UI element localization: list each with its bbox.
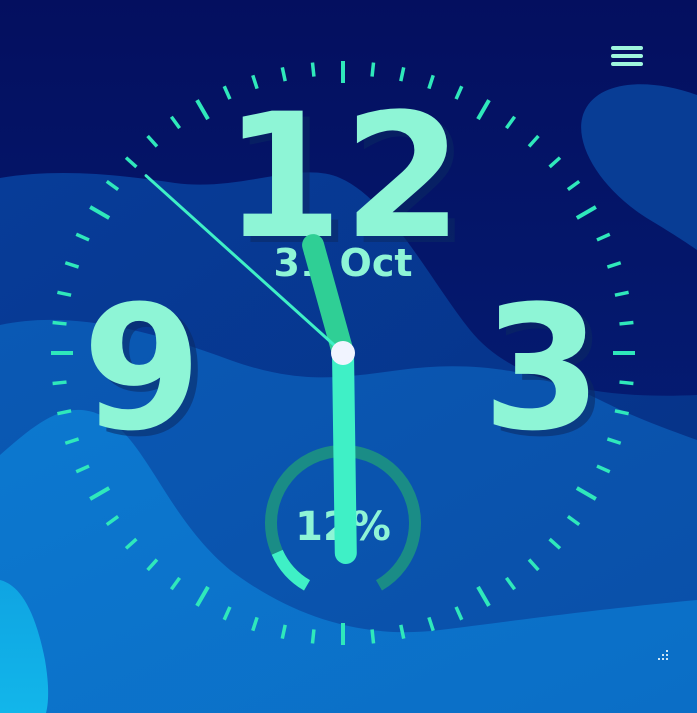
minute-tick	[527, 558, 540, 572]
minute-tick	[619, 380, 634, 386]
hour-tick	[575, 205, 597, 220]
hour-tick	[195, 99, 210, 121]
minute-tick	[606, 437, 622, 445]
minute-tick	[52, 380, 67, 386]
minute-tick	[566, 179, 581, 192]
menu-bar-bottom	[611, 62, 643, 66]
minute-tick	[504, 115, 517, 130]
minute-tick	[619, 320, 634, 326]
numeral-3: 3	[482, 268, 602, 469]
hour-tick	[195, 585, 210, 607]
minute-tick	[251, 616, 259, 632]
minute-tick	[596, 232, 611, 242]
minute-tick	[75, 232, 90, 242]
minute-tick	[52, 320, 67, 326]
hour-tick	[476, 99, 491, 121]
minute-tick	[454, 606, 464, 621]
minute-tick	[64, 437, 80, 445]
minute-tick	[169, 115, 182, 130]
minute-tick	[566, 514, 581, 527]
minute-hand	[332, 342, 357, 564]
hour-tick	[476, 585, 491, 607]
menu-bar-top	[611, 46, 643, 50]
minute-tick	[527, 134, 540, 148]
minute-tick	[548, 537, 562, 550]
battery-ring-fill	[271, 549, 311, 591]
hour-tick	[575, 486, 597, 501]
hamburger-menu-icon[interactable]	[609, 46, 645, 74]
hour-tick	[89, 205, 111, 220]
minute-tick	[614, 290, 629, 297]
minute-tick	[370, 629, 376, 644]
minute-tick	[105, 179, 120, 192]
minute-tick	[399, 624, 406, 639]
minute-tick	[606, 261, 622, 269]
date-label: 31 Oct	[273, 241, 412, 285]
minute-tick	[57, 290, 72, 297]
minute-tick	[504, 576, 517, 591]
numeral-9: 9	[82, 268, 202, 469]
hour-tick	[89, 486, 111, 501]
menu-bar-middle	[611, 54, 643, 58]
minute-tick	[124, 537, 138, 550]
minute-tick	[370, 62, 376, 77]
minute-tick	[169, 576, 182, 591]
minute-tick	[64, 261, 80, 269]
minute-tick	[222, 606, 232, 621]
center-pin	[331, 341, 355, 365]
minute-tick	[280, 624, 287, 639]
minute-tick	[310, 62, 316, 77]
minute-tick	[614, 409, 629, 416]
minute-tick	[146, 558, 159, 572]
minute-tick	[57, 409, 72, 416]
resize-grip-icon[interactable]	[656, 650, 670, 664]
minute-tick	[310, 629, 316, 644]
minute-tick	[427, 616, 435, 632]
clock-widget: 12 12 3 3 9 9 31 Oct 12%	[0, 0, 697, 713]
minute-tick	[146, 134, 159, 148]
analog-clock: 12 12 3 3 9 9 31 Oct 12%	[51, 61, 635, 645]
minute-tick	[124, 156, 138, 169]
minute-tick	[105, 514, 120, 527]
minute-tick	[548, 156, 562, 169]
